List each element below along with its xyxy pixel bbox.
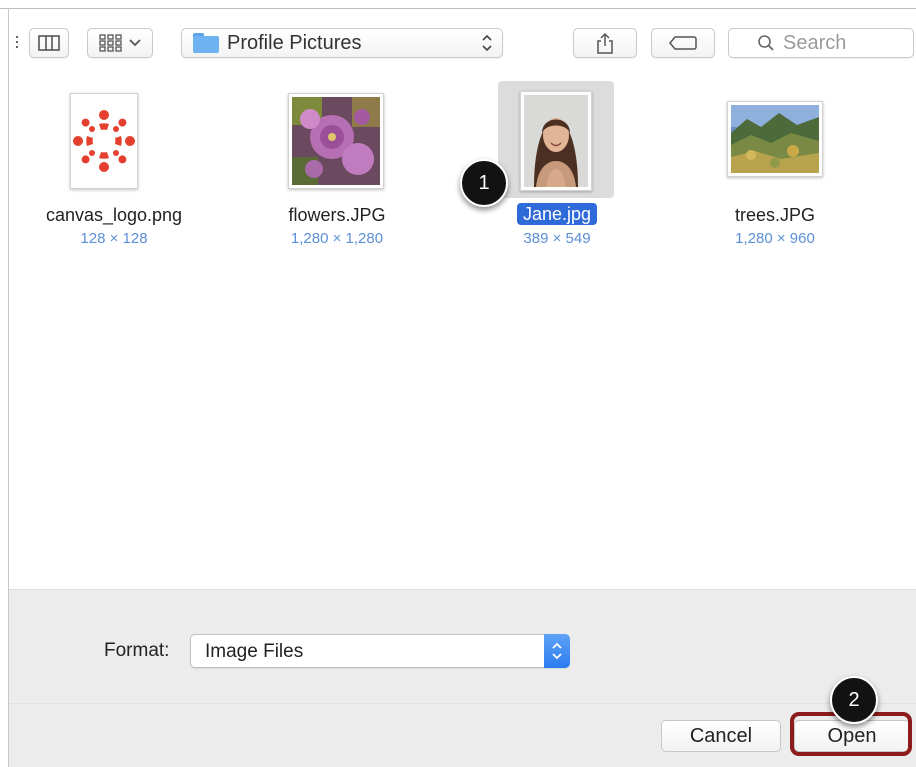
file-name: trees.JPG xyxy=(734,205,816,225)
search-icon xyxy=(758,35,774,51)
icon-grid-icon xyxy=(99,34,122,52)
file-item-trees[interactable]: trees.JPG 1,280 × 960 xyxy=(675,81,875,261)
selected-file-name: Jane.jpg xyxy=(516,203,598,225)
folder-icon xyxy=(193,33,219,53)
format-select[interactable]: Image Files xyxy=(190,634,570,668)
file-name: Jane.jpg xyxy=(457,203,657,225)
file-name: flowers.JPG xyxy=(288,205,386,225)
flowers-photo xyxy=(292,97,380,185)
callout-badge-2: 2 xyxy=(830,676,878,724)
file-thumbnail xyxy=(288,93,384,189)
location-label: Profile Pictures xyxy=(227,31,362,54)
portrait-photo xyxy=(524,95,588,187)
share-button[interactable] xyxy=(573,28,637,58)
format-label: Format: xyxy=(104,640,170,661)
chevron-down-icon xyxy=(129,39,141,47)
format-value: Image Files xyxy=(205,641,304,662)
up-down-chevron-icon xyxy=(552,642,562,660)
tag-button[interactable] xyxy=(651,28,715,58)
location-popup[interactable]: Profile Pictures xyxy=(181,28,503,58)
tag-icon xyxy=(669,36,697,50)
file-dimensions: 128 × 128 xyxy=(80,230,148,247)
arrange-button[interactable] xyxy=(87,28,153,58)
list-view-icon[interactable] xyxy=(14,36,20,50)
file-dimensions: 1,280 × 1,280 xyxy=(290,230,384,247)
callout-badge-1: 1 xyxy=(460,159,508,207)
toolbar: Profile Pictures Search xyxy=(9,9,916,81)
file-thumbnail xyxy=(70,93,138,189)
file-thumbnail xyxy=(727,101,823,177)
column-view-icon xyxy=(38,35,60,51)
file-thumbnail xyxy=(520,91,592,191)
cancel-button[interactable]: Cancel xyxy=(661,720,781,752)
file-item-flowers[interactable]: flowers.JPG 1,280 × 1,280 xyxy=(237,81,437,261)
format-bar: Format: Image Files xyxy=(9,589,916,704)
file-item-canvas-logo[interactable]: canvas_logo.png 128 × 128 xyxy=(9,81,219,261)
file-dimensions: 1,280 × 960 xyxy=(735,230,815,247)
file-browser[interactable]: canvas_logo.png 128 × 128 flowers.JPG 1,… xyxy=(9,81,916,589)
button-bar: Cancel Open xyxy=(9,703,916,767)
file-dimensions: 389 × 549 xyxy=(523,230,591,247)
file-name: canvas_logo.png xyxy=(45,205,183,225)
search-field[interactable]: Search xyxy=(728,28,914,58)
column-view-button[interactable] xyxy=(29,28,69,58)
share-icon xyxy=(597,32,613,54)
up-down-chevron-icon xyxy=(482,34,492,52)
trees-photo xyxy=(731,105,819,173)
select-stepper[interactable] xyxy=(544,634,570,668)
canvas-logo-image xyxy=(73,110,135,172)
open-file-dialog: Profile Pictures Search canvas_logo.png … xyxy=(0,0,916,767)
search-placeholder: Search xyxy=(783,31,847,54)
